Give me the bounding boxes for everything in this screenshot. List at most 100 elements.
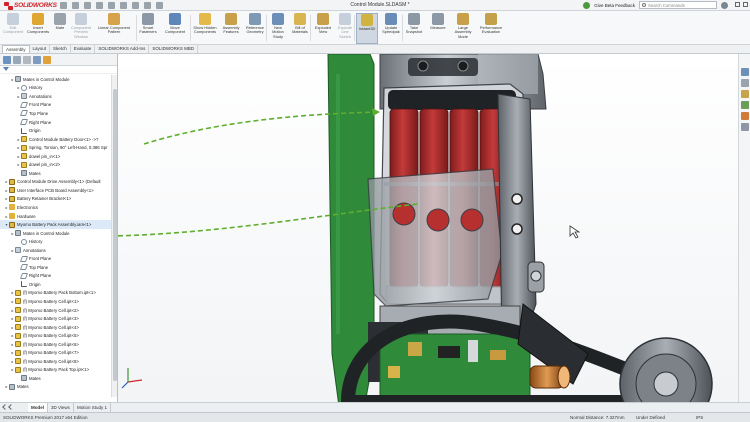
tree-item[interactable]: ▸ Spring, Torsion, 90° Left-Hand, 0.386 S… [0,143,112,152]
tab-evaluate[interactable]: Evaluate [71,45,96,53]
select-icon[interactable] [132,2,139,9]
home-icon[interactable] [60,2,67,9]
tree-item[interactable]: ▸ History [0,84,112,93]
custom-properties-icon[interactable] [741,123,749,131]
tree-item[interactable]: ▸ Mates in Control Module [0,75,112,84]
tree-item[interactable]: Mates [0,374,112,383]
scrollbar-thumb[interactable] [113,89,117,381]
tree-item[interactable]: ▸ dowel pin_in<2> [0,160,112,169]
tree-item[interactable]: ▸ (f) Myomo Battery Cell.ipt<1> [0,297,112,306]
save-icon[interactable] [96,2,103,9]
tree-item[interactable]: ▸ (f) Myomo Battery Cell.ipt<5> [0,331,112,340]
search-commands-input[interactable]: Search Commands [639,1,717,9]
bottom-tab-model[interactable]: Model [28,403,48,412]
graphics-area[interactable] [118,54,738,402]
tree-item[interactable]: ▸ Mates [0,383,112,392]
tree-item[interactable]: Front Plane [0,101,112,110]
tree-scrollbar[interactable] [111,75,117,397]
dimxpert-tab-icon[interactable] [33,56,41,64]
tab-sketch[interactable]: Sketch [50,45,71,53]
ribbon-button[interactable]: Performance Evaluation [476,13,506,44]
tree-item[interactable]: Top Plane [0,263,112,272]
ribbon-button[interactable]: Component Preview Window [70,13,92,44]
minimize-icon[interactable] [735,2,740,7]
tree-item[interactable]: ▸ Mates in Control Module [0,229,112,238]
ribbon-button[interactable]: New Motion Study [268,13,288,44]
tree-item[interactable]: ▸ Annotations [0,246,112,255]
new-document-icon[interactable] [72,2,79,9]
ribbon-button[interactable]: Instant3D [356,13,378,44]
options-icon[interactable] [156,2,163,9]
tree-item[interactable]: ▸ Battery Retainer Bracket<1> [0,195,112,204]
unit-system[interactable]: IPS [696,413,703,422]
tree-filter[interactable] [0,66,117,74]
tab-assembly[interactable]: Assembly [2,45,30,53]
ribbon-button[interactable]: Linear Component Pattern [92,13,136,44]
tree-item[interactable]: Right Plane [0,118,112,127]
tree-item[interactable]: Origin [0,126,112,135]
tab-solidworks-add-ins[interactable]: SOLIDWORKS Add-Ins [95,45,150,53]
view-palette-icon[interactable] [741,101,749,109]
tree-item[interactable]: ▸ User Interface PCB Board Assembly<1> [0,186,112,195]
file-explorer-icon[interactable] [741,90,749,98]
appearances-icon[interactable] [741,112,749,120]
tree-item[interactable]: ▸ (f) Myomo Battery Pack Top.ipt<1> [0,366,112,375]
ribbon-button[interactable]: Show Hidden Components [192,13,218,44]
tree-item[interactable]: Front Plane [0,254,112,263]
tree-item[interactable]: Origin [0,280,112,289]
undo-icon[interactable] [120,2,127,9]
tree-item[interactable]: ▸ Hardware [0,212,112,221]
tree-item[interactable]: ▸ Control Module Battery Door<1> ->? [0,135,112,144]
tree-item[interactable]: ▸ Control Module Drive Assembly<1> (Defau… [0,178,112,187]
give-beta-feedback-link[interactable]: Give Beta Feedback [594,3,635,8]
property-manager-tab-icon[interactable] [13,56,21,64]
ribbon-button[interactable]: Explode Line Sketch [336,13,354,44]
design-library-icon[interactable] [741,79,749,87]
tree-item[interactable]: ▸ (f) Myomo Battery Cell.ipt<4> [0,323,112,332]
first-tab-icon[interactable] [2,404,8,410]
solidworks-logo[interactable]: SOLIDWORKS [4,1,57,10]
bottom-tab-3d-views[interactable]: 3D Views [48,403,74,412]
tree-item[interactable]: ▸ (f) Myomo Battery Cell.ipt<2> [0,306,112,315]
tree-item[interactable]: ▾ Myomo Battery Pack Assembly.iam<1> [0,220,112,229]
ribbon-button[interactable]: Assembly Features [220,13,242,44]
tree-item[interactable]: ▸ (f) Myomo Battery Cell.ipt<7> [0,349,112,358]
bottom-tab-motion-study-1[interactable]: Motion Study 1 [74,403,112,412]
tree-item[interactable]: ▸ (f) Myomo Battery Cell.ipt<6> [0,340,112,349]
tree-item[interactable]: ▸ Annotations [0,92,112,101]
tree-item[interactable]: History [0,237,112,246]
tree-item[interactable]: Mates [0,169,112,178]
tree-item[interactable]: Right Plane [0,272,112,281]
ribbon-button[interactable]: Insert Components [26,13,50,44]
ribbon-button[interactable]: Move Component [160,13,190,44]
ribbon-button[interactable]: Reference Geometry [244,13,266,44]
ribbon-button[interactable]: Mate [52,13,68,44]
ribbon-button[interactable]: Measure [426,13,450,44]
ribbon-button[interactable]: Edit Component [2,13,24,44]
ribbon-button[interactable]: Take Snapshot [404,13,424,44]
ribbon-button[interactable]: Update Speedpak [380,13,402,44]
tree-item[interactable]: ▸ dowel pin_in<1> [0,152,112,161]
ribbon-button[interactable]: Exploded View [312,13,334,44]
tree-item[interactable]: ▸ (f) Myomo Battery Pack Bottom.ipt<1> [0,289,112,298]
ribbon-button[interactable]: Large Assembly Mode [452,13,474,44]
configuration-manager-tab-icon[interactable] [23,56,31,64]
tab-scroll-arrows[interactable] [2,404,14,410]
display-manager-tab-icon[interactable] [43,56,51,64]
tree-item[interactable]: ▸ (f) Myomo Battery Cell.ipt<8> [0,357,112,366]
tree-item[interactable]: ▸ (f) Myomo Battery Cell.ipt<3> [0,314,112,323]
prev-tab-icon[interactable] [8,404,14,410]
print-icon[interactable] [108,2,115,9]
tree-item[interactable]: Top Plane [0,109,112,118]
ribbon-button[interactable]: Smart Fasteners [138,13,158,44]
help-icon[interactable] [721,1,728,9]
open-icon[interactable] [84,2,91,9]
maximize-icon[interactable] [743,2,748,7]
tree-item[interactable]: ▸ Electronics [0,203,112,212]
ribbon-button[interactable]: Bill of Materials [290,13,310,44]
tab-solidworks-mbd[interactable]: SOLIDWORKS MBD [149,45,199,53]
feature-tree-tab-icon[interactable] [3,56,11,64]
resources-icon[interactable] [741,68,749,76]
rebuild-icon[interactable] [144,2,151,9]
tab-layout[interactable]: Layout [30,45,51,53]
